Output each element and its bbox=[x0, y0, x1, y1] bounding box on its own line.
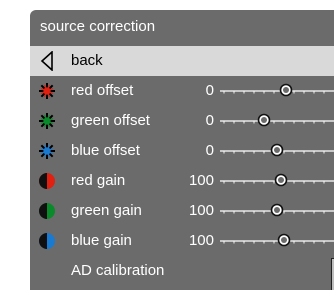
blue-sun-icon bbox=[39, 143, 55, 159]
menu-item-green-offset[interactable]: green offset 0 bbox=[30, 106, 334, 136]
red-gain-label: red gain bbox=[71, 172, 126, 189]
red-circle-icon bbox=[39, 173, 55, 189]
blue-offset-label: blue offset bbox=[71, 142, 140, 159]
blue-gain-value: 100 bbox=[188, 232, 214, 249]
back-label: back bbox=[71, 52, 103, 69]
blue-gain-label: blue gain bbox=[71, 232, 132, 249]
green-offset-slider[interactable] bbox=[220, 111, 334, 131]
green-gain-label: green gain bbox=[71, 202, 142, 219]
blue-gain-slider[interactable] bbox=[220, 231, 334, 251]
menu-item-ad-calibration[interactable]: AD calibration bbox=[30, 256, 334, 286]
menu-title: source correction bbox=[40, 18, 156, 35]
blue-offset-slider[interactable] bbox=[220, 141, 334, 161]
red-gain-value: 100 bbox=[188, 172, 214, 189]
red-sun-icon bbox=[39, 83, 55, 99]
source-correction-menu: source correction back red offset 0 green … bbox=[30, 10, 334, 290]
menu-item-blue-gain[interactable]: blue gain 100 bbox=[30, 226, 334, 256]
menu-item-red-offset[interactable]: red offset 0 bbox=[30, 76, 334, 106]
green-offset-label: green offset bbox=[71, 112, 150, 129]
menu-item-blue-offset[interactable]: blue offset 0 bbox=[30, 136, 334, 166]
red-offset-value: 0 bbox=[205, 82, 214, 99]
red-gain-slider[interactable] bbox=[220, 171, 334, 191]
menu-item-green-gain[interactable]: green gain 100 bbox=[30, 196, 334, 226]
blue-offset-value: 0 bbox=[205, 142, 214, 159]
green-circle-icon bbox=[39, 203, 55, 219]
ad-calibration-label: AD calibration bbox=[71, 262, 165, 279]
green-sun-icon bbox=[39, 113, 55, 129]
green-offset-value: 0 bbox=[205, 112, 214, 129]
red-offset-label: red offset bbox=[71, 82, 134, 99]
menu-item-red-gain[interactable]: red gain 100 bbox=[30, 166, 334, 196]
red-offset-slider[interactable] bbox=[220, 81, 334, 101]
green-gain-value: 100 bbox=[188, 202, 214, 219]
blue-circle-icon bbox=[39, 233, 55, 249]
back-arrow-icon bbox=[40, 51, 53, 71]
back-item[interactable]: back bbox=[30, 46, 334, 76]
green-gain-slider[interactable] bbox=[220, 201, 334, 221]
